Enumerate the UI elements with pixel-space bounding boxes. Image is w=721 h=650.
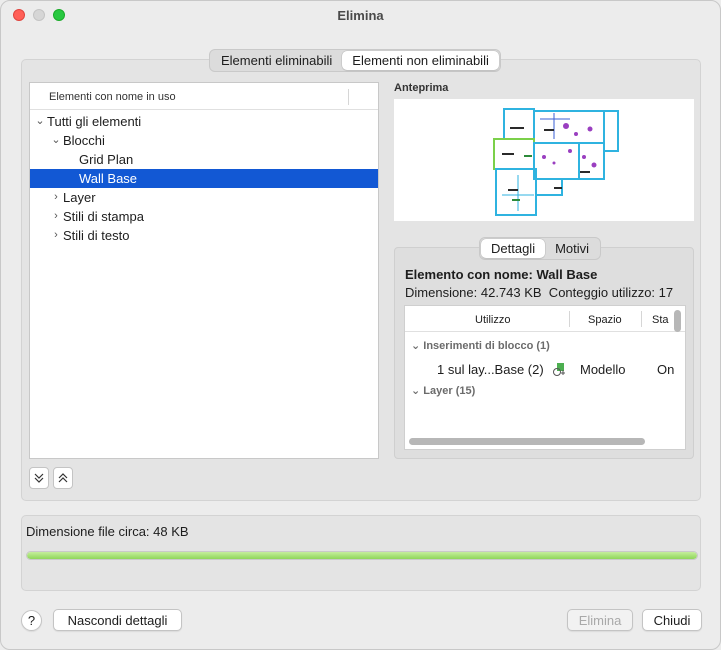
tab-purgeable[interactable]: Elementi eliminabili bbox=[211, 51, 342, 70]
usage-table[interactable]: Utilizzo Spazio Sta ⌄ Inserimenti di blo… bbox=[404, 305, 686, 450]
double-chevron-up-icon bbox=[58, 473, 68, 483]
tree-item-label: Layer bbox=[63, 190, 96, 205]
tree-item-label: Grid Plan bbox=[79, 152, 134, 167]
group-layers[interactable]: ⌄ Layer (15) bbox=[411, 384, 475, 397]
group-block-inserts[interactable]: ⌄ Inserimenti di blocco (1) bbox=[411, 339, 550, 352]
tree-column-header[interactable]: Elementi con nome in uso bbox=[30, 83, 378, 110]
details-tabs: Dettagli Motivi bbox=[479, 237, 602, 260]
element-name: Elemento con nome: Wall Base bbox=[405, 267, 598, 282]
purge-button[interactable]: Elimina bbox=[567, 609, 633, 631]
column-state[interactable]: Sta bbox=[652, 314, 669, 326]
progress-fill bbox=[27, 552, 697, 559]
tree-item-all[interactable]: ⌄ Tutti gli elementi bbox=[30, 112, 378, 131]
block-insert-icon bbox=[551, 361, 567, 380]
maximize-window-button[interactable] bbox=[53, 9, 65, 21]
tree-item-text-styles[interactable]: › Stili di testo bbox=[30, 226, 378, 245]
usage-cell: 1 sul lay...Base (2) bbox=[437, 362, 544, 377]
column-separator bbox=[569, 311, 570, 327]
block-preview bbox=[394, 99, 694, 221]
chevron-right-icon[interactable]: › bbox=[50, 226, 62, 245]
column-separator bbox=[348, 89, 349, 105]
minimize-window-button[interactable] bbox=[33, 9, 45, 21]
progress-bar bbox=[26, 551, 698, 560]
space-cell: Modello bbox=[580, 362, 626, 377]
chevron-right-icon[interactable]: › bbox=[50, 188, 62, 207]
chevron-down-icon[interactable]: ⌄ bbox=[411, 385, 420, 397]
details-panel: Dettagli Motivi Elemento con nome: Wall … bbox=[394, 237, 694, 459]
column-separator bbox=[641, 311, 642, 327]
tree-item-grid-plan[interactable]: Grid Plan bbox=[30, 150, 378, 169]
tree-item-wall-base[interactable]: Wall Base bbox=[30, 169, 378, 188]
file-size-panel: Dimensione file circa: 48 KB bbox=[21, 515, 701, 591]
horizontal-scrollbar[interactable] bbox=[409, 438, 645, 445]
main-tabs: Elementi eliminabili Elementi non elimin… bbox=[209, 49, 501, 72]
double-chevron-down-icon bbox=[34, 473, 44, 483]
tab-reasons[interactable]: Motivi bbox=[545, 239, 599, 258]
help-button[interactable]: ? bbox=[21, 610, 42, 631]
floor-plan-thumbnail bbox=[493, 108, 619, 216]
tree-item-label: Tutti gli elementi bbox=[47, 114, 142, 129]
expand-all-button[interactable] bbox=[29, 467, 49, 489]
file-size-label: Dimensione file circa: 48 KB bbox=[26, 524, 189, 539]
close-window-button[interactable] bbox=[13, 9, 25, 21]
vertical-scrollbar[interactable] bbox=[674, 310, 681, 332]
tree-item-blocks[interactable]: ⌄ Blocchi bbox=[30, 131, 378, 150]
named-items-tree[interactable]: Elementi con nome in uso ⌄ Tutti gli ele… bbox=[29, 82, 379, 459]
window-title: Elimina bbox=[337, 7, 384, 23]
element-info: Dimensione: 42.743 KB Conteggio utilizzo… bbox=[405, 285, 674, 300]
column-space[interactable]: Spazio bbox=[588, 314, 622, 326]
tree-item-label: Blocchi bbox=[63, 133, 105, 148]
collapse-all-button[interactable] bbox=[53, 467, 73, 489]
column-usage[interactable]: Utilizzo bbox=[475, 314, 510, 326]
purge-dialog: Elimina Elementi eliminabili Elementi no… bbox=[0, 0, 721, 650]
close-button[interactable]: Chiudi bbox=[642, 609, 702, 631]
tree-item-label: Stili di stampa bbox=[63, 209, 144, 224]
window-controls bbox=[13, 9, 65, 21]
tree-item-layer[interactable]: › Layer bbox=[30, 188, 378, 207]
chevron-down-icon[interactable]: ⌄ bbox=[411, 340, 420, 352]
chevron-right-icon[interactable]: › bbox=[50, 207, 62, 226]
tree-item-label: Wall Base bbox=[79, 171, 138, 186]
tree-header-label: Elementi con nome in uso bbox=[49, 91, 176, 103]
tab-non-purgeable[interactable]: Elementi non eliminabili bbox=[342, 51, 499, 70]
tree-item-plot-styles[interactable]: › Stili di stampa bbox=[30, 207, 378, 226]
state-cell: On bbox=[657, 362, 675, 377]
tab-details[interactable]: Dettagli bbox=[481, 239, 546, 258]
chevron-down-icon[interactable]: ⌄ bbox=[50, 131, 62, 150]
chevron-down-icon[interactable]: ⌄ bbox=[34, 112, 46, 131]
tree-item-label: Stili di testo bbox=[63, 228, 130, 243]
usage-table-header: Utilizzo Spazio Sta bbox=[405, 306, 685, 332]
hide-details-button[interactable]: Nascondi dettagli bbox=[53, 609, 182, 631]
title-bar: Elimina bbox=[1, 1, 720, 29]
preview-label: Anteprima bbox=[394, 82, 449, 94]
